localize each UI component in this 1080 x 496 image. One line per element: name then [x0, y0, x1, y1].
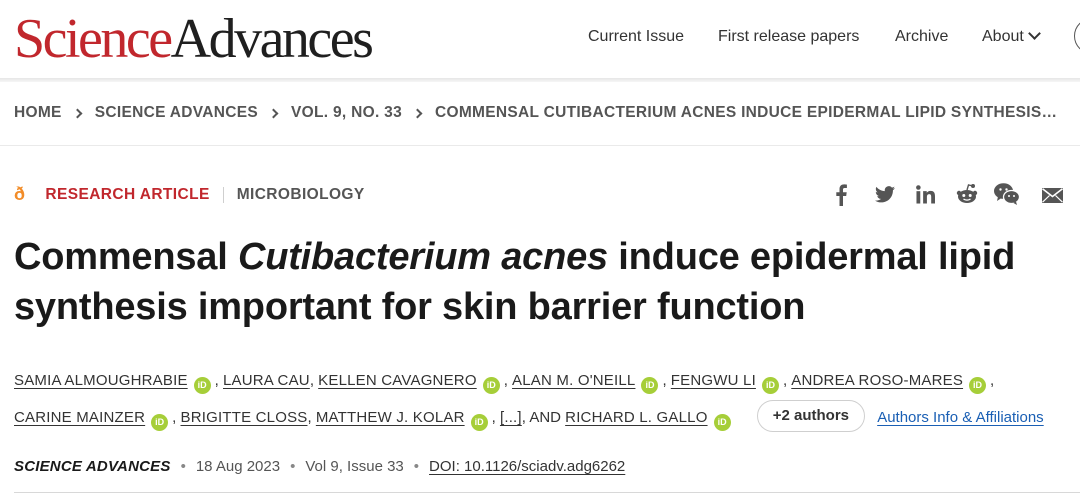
article-subject[interactable]: MICROBIOLOGY — [237, 186, 365, 204]
orcid-icon[interactable]: iD — [482, 377, 500, 394]
divider — [222, 186, 224, 203]
author-name[interactable]: MATTHEW J. KOLAR — [316, 409, 465, 426]
chevron-right-icon — [268, 108, 279, 118]
article-title: Commensal Cutibacterium acnes induce epi… — [14, 232, 1074, 332]
orcid-icon[interactable]: iD — [193, 377, 211, 394]
author-list: SAMIA ALMOUGHRABIE iD, LAURA CAU, KELLEN … — [14, 362, 1074, 436]
article-meta: ð RESEARCH ARTICLE MICROBIOLOGY — [14, 184, 365, 205]
publication-info: SCIENCE ADVANCES • 18 Aug 2023 • Vol 9, … — [14, 458, 625, 475]
chevron-right-icon — [72, 108, 83, 118]
author-and: AND — [529, 409, 561, 426]
orcid-icon[interactable]: iD — [151, 414, 169, 431]
author-name[interactable]: CARINE MAINZER — [14, 409, 145, 426]
breadcrumb-current: COMMENSAL CUTIBACTERIUM ACNES INDUCE EPI… — [435, 104, 1058, 121]
header-divider — [0, 78, 1080, 82]
publication-date: 18 Aug 2023 — [195, 458, 281, 475]
nav-about-label: About — [982, 28, 1024, 45]
twitter-icon[interactable] — [875, 186, 895, 203]
logo-advances-text: Advances — [170, 8, 374, 70]
title-italic: Cutibacterium acnes — [237, 236, 608, 278]
author-name[interactable]: ANDREA ROSO-MARES — [791, 372, 963, 389]
nav-current-issue[interactable]: Current Issue — [588, 28, 684, 46]
author-name[interactable]: LAURA CAU — [223, 372, 310, 389]
email-icon[interactable] — [1042, 188, 1063, 203]
separator-dot: • — [413, 458, 420, 475]
author-name[interactable]: FENGWU LI — [671, 372, 756, 389]
section-divider — [14, 492, 1080, 493]
breadcrumb-divider — [0, 145, 1080, 146]
facebook-icon[interactable] — [834, 184, 848, 206]
nav-about[interactable]: About — [982, 27, 1041, 46]
nav-first-release-papers[interactable]: First release papers — [718, 28, 859, 46]
orcid-icon[interactable]: iD — [713, 414, 731, 431]
breadcrumb: HOME SCIENCE ADVANCES VOL. 9, NO. 33 COM… — [14, 104, 1057, 122]
logo-science-text: Science — [14, 8, 173, 70]
linkedin-icon[interactable] — [916, 185, 935, 204]
authors-affiliations-link[interactable]: Authors Info & Affiliations — [877, 409, 1044, 426]
author-name[interactable]: KELLEN CAVAGNERO — [318, 372, 477, 389]
author-name[interactable]: BRIGITTE CLOSS — [181, 409, 308, 426]
separator-dot: • — [290, 458, 296, 475]
chevron-down-icon — [1027, 27, 1041, 40]
wechat-icon[interactable] — [994, 183, 1020, 205]
search-icon[interactable] — [1074, 18, 1080, 54]
title-text-1: Commensal — [14, 236, 238, 278]
breadcrumb-issue[interactable]: VOL. 9, NO. 33 — [291, 104, 402, 122]
more-authors-button[interactable]: +2 authors — [756, 400, 866, 433]
author-name[interactable]: ALAN M. O'NEILL — [512, 372, 635, 389]
author-ellipsis[interactable]: [...] — [500, 409, 522, 426]
volume-issue[interactable]: Vol 9, Issue 33 — [305, 458, 403, 475]
doi-link[interactable]: DOI: 10.1126/sciadv.adg6262 — [429, 458, 625, 475]
site-header: ScienceAdvances Current Issue First rele… — [0, 0, 1080, 78]
separator-dot: • — [180, 458, 186, 475]
breadcrumb-home[interactable]: HOME — [14, 104, 62, 122]
author-name[interactable]: SAMIA ALMOUGHRABIE — [14, 372, 188, 389]
author-name[interactable]: RICHARD L. GALLO — [565, 409, 707, 426]
journal-name[interactable]: SCIENCE ADVANCES — [14, 458, 171, 475]
orcid-icon[interactable]: iD — [641, 377, 659, 394]
open-access-icon: ð — [14, 184, 26, 204]
chevron-right-icon — [412, 108, 423, 118]
breadcrumb-journal[interactable]: SCIENCE ADVANCES — [95, 104, 258, 122]
orcid-icon[interactable]: iD — [470, 414, 488, 431]
orcid-icon[interactable]: iD — [761, 377, 779, 394]
site-logo[interactable]: ScienceAdvances — [14, 8, 374, 70]
reddit-icon[interactable] — [956, 183, 978, 205]
nav-archive[interactable]: Archive — [895, 28, 948, 46]
orcid-icon[interactable]: iD — [969, 377, 987, 394]
article-type[interactable]: RESEARCH ARTICLE — [45, 186, 209, 204]
